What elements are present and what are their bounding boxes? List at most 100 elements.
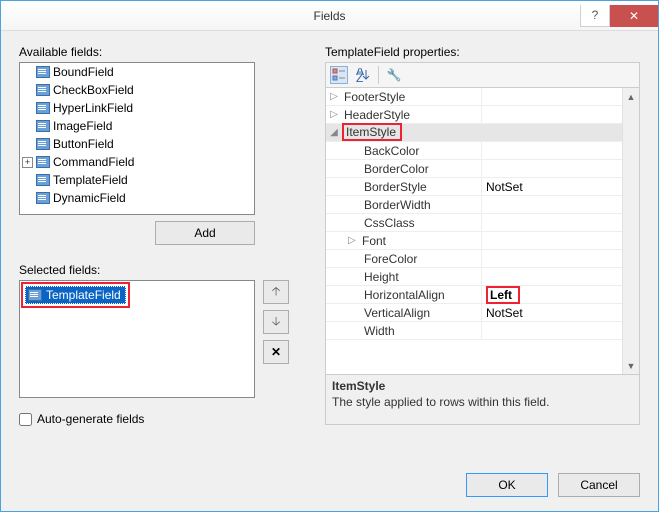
property-name: CssClass	[342, 214, 482, 231]
list-item-label: HyperLinkField	[53, 101, 133, 115]
svg-text:Z: Z	[356, 71, 363, 82]
fields-dialog: Fields ? ✕ Available fields: BoundField C…	[0, 0, 659, 512]
property-row[interactable]: BackColor	[326, 142, 622, 160]
property-name: ForeColor	[342, 250, 482, 267]
property-row[interactable]: ◢ItemStyle	[326, 124, 622, 142]
property-value[interactable]	[482, 142, 622, 159]
selected-fields-list[interactable]: TemplateField	[19, 280, 255, 398]
titlebar: Fields ? ✕	[1, 1, 658, 31]
property-row[interactable]: ForeColor	[326, 250, 622, 268]
field-icon	[36, 174, 50, 186]
field-icon	[36, 84, 50, 96]
move-down-button[interactable]: 🡣	[263, 310, 289, 334]
desc-title: ItemStyle	[332, 379, 633, 393]
expand-tri-icon[interactable]: ◢	[326, 124, 342, 141]
scroll-down-icon[interactable]: ▼	[623, 357, 639, 374]
property-name: Height	[342, 268, 482, 285]
auto-generate-label: Auto-generate fields	[37, 412, 144, 426]
field-icon	[36, 192, 50, 204]
property-value[interactable]	[482, 250, 622, 267]
expand-tri-icon[interactable]: ▷	[326, 106, 342, 123]
list-item[interactable]: BoundField	[20, 63, 254, 81]
property-row[interactable]: ▷Font	[326, 232, 622, 250]
property-grid[interactable]: ▷FooterStyle▷HeaderStyle◢ItemStyleBackCo…	[325, 88, 640, 375]
property-row[interactable]: ▷FooterStyle	[326, 88, 622, 106]
property-row[interactable]: BorderStyleNotSet	[326, 178, 622, 196]
ok-button[interactable]: OK	[466, 473, 548, 497]
property-row[interactable]: BorderColor	[326, 160, 622, 178]
property-row[interactable]: CssClass	[326, 214, 622, 232]
list-item-label: TemplateField	[53, 173, 128, 187]
property-toolbar: AZ 🔧	[325, 62, 640, 88]
list-item[interactable]: + CommandField	[20, 153, 254, 171]
available-fields-list[interactable]: BoundField CheckBoxField HyperLinkField Ima…	[19, 62, 255, 215]
close-button[interactable]: ✕	[610, 5, 658, 27]
list-item[interactable]: ImageField	[20, 117, 254, 135]
property-value[interactable]	[482, 160, 622, 177]
toolbar-separator	[378, 66, 379, 84]
property-value[interactable]: NotSet	[482, 304, 622, 321]
list-item-label: ImageField	[53, 119, 112, 133]
property-name: FooterStyle	[342, 88, 482, 105]
list-item[interactable]: HyperLinkField	[20, 99, 254, 117]
property-value[interactable]	[402, 124, 622, 141]
list-item[interactable]: ButtonField	[20, 135, 254, 153]
property-value[interactable]: NotSet	[482, 178, 622, 195]
property-name: BorderWidth	[342, 196, 482, 213]
list-item[interactable]: CheckBoxField	[20, 81, 254, 99]
property-name: BackColor	[342, 142, 482, 159]
property-name: HorizontalAlign	[342, 286, 482, 303]
properties-label: TemplateField properties:	[325, 45, 640, 59]
move-up-button[interactable]: 🡡	[263, 280, 289, 304]
grid-scrollbar[interactable]: ▲ ▼	[622, 88, 639, 374]
expand-tri-icon[interactable]: ▷	[348, 235, 362, 246]
property-value[interactable]: Left	[482, 286, 622, 303]
delete-button[interactable]: ✕	[263, 340, 289, 364]
selected-item-templatefield[interactable]: TemplateField	[25, 286, 126, 304]
list-item-label: CheckBoxField	[53, 83, 134, 97]
list-item-label: DynamicField	[53, 191, 126, 205]
field-icon	[36, 156, 50, 168]
list-item[interactable]: DynamicField	[20, 189, 254, 207]
auto-generate-input[interactable]	[19, 413, 32, 426]
help-button[interactable]: ?	[580, 5, 610, 27]
property-row[interactable]: HorizontalAlignLeft	[326, 286, 622, 304]
property-row[interactable]: BorderWidth	[326, 196, 622, 214]
property-value[interactable]	[482, 88, 622, 105]
selected-item-label: TemplateField	[46, 288, 121, 302]
cancel-button[interactable]: Cancel	[558, 473, 640, 497]
property-value[interactable]	[482, 106, 622, 123]
alphabetical-icon[interactable]: AZ	[354, 66, 372, 84]
field-icon	[36, 102, 50, 114]
selected-label: Selected fields:	[19, 263, 295, 277]
scroll-up-icon[interactable]: ▲	[623, 88, 639, 105]
categorized-icon[interactable]	[330, 66, 348, 84]
property-row[interactable]: ▷HeaderStyle	[326, 106, 622, 124]
property-value[interactable]	[482, 232, 622, 249]
property-row[interactable]: Width	[326, 322, 622, 340]
list-item[interactable]: TemplateField	[20, 171, 254, 189]
property-name: VerticalAlign	[342, 304, 482, 321]
list-item-label: BoundField	[53, 65, 114, 79]
property-value[interactable]	[482, 214, 622, 231]
property-row[interactable]: Height	[326, 268, 622, 286]
property-value[interactable]	[482, 268, 622, 285]
expand-icon[interactable]: +	[22, 157, 33, 168]
expand-tri-icon[interactable]: ▷	[326, 88, 342, 105]
field-icon	[28, 289, 42, 301]
add-button[interactable]: Add	[155, 221, 255, 245]
property-value[interactable]	[482, 196, 622, 213]
field-icon	[36, 138, 50, 150]
property-description: ItemStyle The style applied to rows with…	[325, 375, 640, 425]
wrench-icon[interactable]: 🔧	[385, 66, 403, 84]
desc-body: The style applied to rows within this fi…	[332, 395, 633, 409]
available-label: Available fields:	[19, 45, 295, 59]
property-name: BorderColor	[342, 160, 482, 177]
property-name: ▷Font	[342, 232, 482, 249]
window-title: Fields	[313, 9, 345, 23]
auto-generate-checkbox[interactable]: Auto-generate fields	[19, 412, 295, 426]
property-row[interactable]: VerticalAlignNotSet	[326, 304, 622, 322]
list-item-label: CommandField	[53, 155, 134, 169]
field-icon	[36, 66, 50, 78]
property-value[interactable]	[482, 322, 622, 339]
